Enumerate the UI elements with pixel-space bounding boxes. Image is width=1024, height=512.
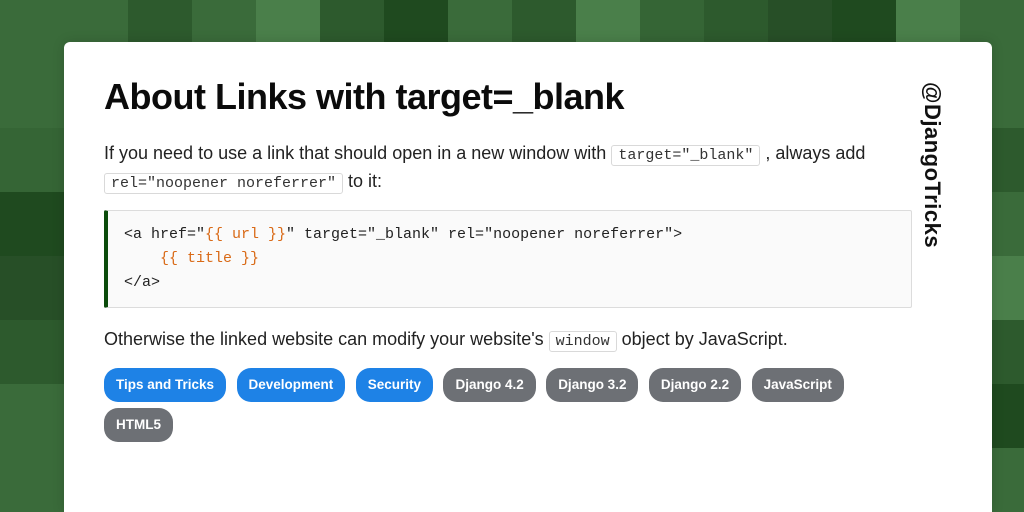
code-l2a <box>124 250 160 267</box>
tag-list: Tips and Tricks Development Security Dja… <box>104 368 912 448</box>
article-content: About Links with target=_blank If you ne… <box>104 76 912 482</box>
article-title: About Links with target=_blank <box>104 76 912 118</box>
lead-text-2: , always add <box>760 143 865 163</box>
article-card: About Links with target=_blank If you ne… <box>64 42 992 512</box>
tag-django-4-2[interactable]: Django 4.2 <box>443 368 535 402</box>
tag-javascript[interactable]: JavaScript <box>752 368 844 402</box>
tag-django-2-2[interactable]: Django 2.2 <box>649 368 741 402</box>
outro-text-2: object by JavaScript. <box>617 329 788 349</box>
code-template-url: {{ url }} <box>205 226 286 243</box>
code-l3: </a> <box>124 274 160 291</box>
code-l1a: <a href=" <box>124 226 205 243</box>
inline-code-rel: rel="noopener noreferrer" <box>104 173 343 194</box>
tag-tips-and-tricks[interactable]: Tips and Tricks <box>104 368 226 402</box>
lead-text-3: to it: <box>343 171 382 191</box>
tag-django-3-2[interactable]: Django 3.2 <box>546 368 638 402</box>
inline-code-window: window <box>549 331 617 352</box>
code-block: <a href="{{ url }}" target="_blank" rel=… <box>104 210 912 308</box>
code-l1c: " target="_blank" rel="noopener noreferr… <box>286 226 682 243</box>
lead-paragraph: If you need to use a link that should op… <box>104 140 912 196</box>
tag-development[interactable]: Development <box>237 368 346 402</box>
tag-security[interactable]: Security <box>356 368 433 402</box>
author-handle[interactable]: @DjangoTricks <box>919 82 945 248</box>
author-handle-sidebar: @DjangoTricks <box>912 76 952 482</box>
inline-code-target-blank: target="_blank" <box>611 145 760 166</box>
code-template-title: {{ title }} <box>160 250 259 267</box>
tag-html5[interactable]: HTML5 <box>104 408 173 442</box>
lead-text-1: If you need to use a link that should op… <box>104 143 611 163</box>
outro-paragraph: Otherwise the linked website can modify … <box>104 326 912 354</box>
outro-text-1: Otherwise the linked website can modify … <box>104 329 549 349</box>
